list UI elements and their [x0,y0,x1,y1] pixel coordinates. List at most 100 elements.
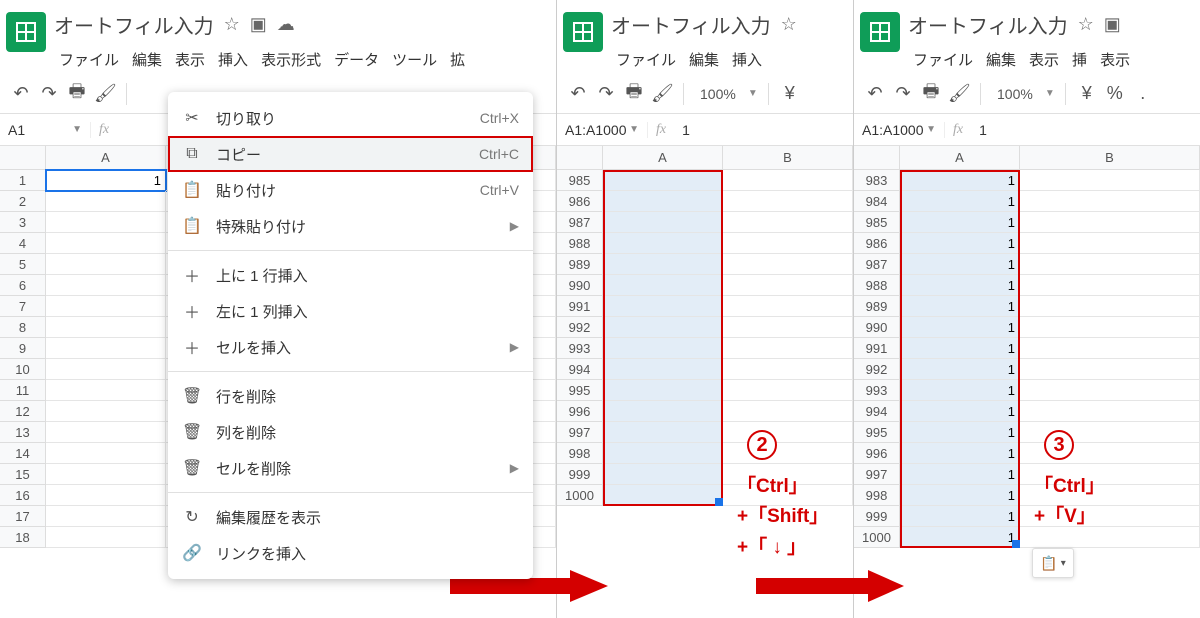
row-num[interactable]: 995 [854,422,900,443]
menu-item[interactable]: ＋ 左に 1 列挿入 [168,293,533,329]
row-num[interactable]: 992 [854,359,900,380]
menu-item[interactable]: 📋 特殊貼り付け ▶ [168,208,533,244]
row-num[interactable]: 995 [557,380,603,401]
row-num[interactable]: 18 [0,527,46,548]
row-num[interactable]: 13 [0,422,46,443]
row-num[interactable]: 993 [557,338,603,359]
menu-item[interactable]: 🗑 セルを削除 ▶ [168,450,533,486]
row-num[interactable]: 998 [557,443,603,464]
row-num[interactable]: 991 [557,296,603,317]
menu-file[interactable]: ファイル [908,45,978,74]
menu-item[interactable]: ＋ 上に 1 行挿入 [168,257,533,293]
row-num[interactable]: 990 [557,275,603,296]
row-num[interactable]: 3 [0,212,46,233]
cell[interactable] [723,359,853,380]
row-num[interactable]: 999 [854,506,900,527]
row-num[interactable]: 5 [0,254,46,275]
row-num[interactable]: 16 [0,485,46,506]
cell[interactable]: 1 [900,254,1020,275]
cell[interactable] [46,254,166,275]
undo-icon[interactable]: ↶ [10,83,32,104]
name-box[interactable]: A1▼ [0,122,90,138]
print-icon[interactable]: 🖶 [920,79,942,109]
menu-insert[interactable]: 挿入 [727,45,767,74]
menu-tools[interactable]: ツール [387,45,442,74]
cell[interactable]: 1 [900,191,1020,212]
row-num[interactable]: 12 [0,401,46,422]
cell[interactable]: 1 [46,170,166,191]
cell[interactable] [603,296,723,317]
row-num[interactable]: 1000 [854,527,900,548]
cell[interactable] [723,170,853,191]
cell[interactable] [603,380,723,401]
row-num[interactable]: 15 [0,464,46,485]
cell[interactable] [46,443,166,464]
menu-insert[interactable]: 挿 [1067,45,1092,74]
row-num[interactable]: 987 [854,254,900,275]
doc-title[interactable]: オートフィル入力 [611,10,771,39]
cell[interactable] [1020,254,1200,275]
cell[interactable] [603,443,723,464]
undo-icon[interactable]: ↶ [567,83,589,104]
menu-item[interactable]: ✂ 切り取り Ctrl+X [168,100,533,136]
cell[interactable] [1020,212,1200,233]
cell[interactable]: 1 [900,464,1020,485]
menu-format[interactable]: 表示 [1095,45,1135,74]
row-num[interactable]: 993 [854,380,900,401]
paste-popup[interactable]: 📋 ▾ [1032,548,1074,578]
cell[interactable]: 1 [900,296,1020,317]
row-num[interactable]: 997 [854,464,900,485]
cell[interactable] [603,422,723,443]
cell[interactable] [723,338,853,359]
cell[interactable] [603,254,723,275]
doc-title[interactable]: オートフィル入力 [54,10,214,39]
cell[interactable] [46,527,166,548]
menu-view[interactable]: 表示 [170,45,210,74]
percent-icon[interactable]: % [1104,83,1126,104]
cell[interactable] [723,380,853,401]
star-icon[interactable]: ☆ [781,14,797,35]
row-num[interactable]: 998 [854,485,900,506]
cell[interactable] [603,317,723,338]
cell[interactable] [603,233,723,254]
cell[interactable]: 1 [900,527,1020,548]
row-num[interactable]: 985 [854,212,900,233]
menu-file[interactable]: ファイル [611,45,681,74]
cell[interactable]: 1 [900,212,1020,233]
menu-item[interactable]: 🔗 リンクを挿入 [168,535,533,571]
row-num[interactable]: 988 [557,233,603,254]
paintformat-icon[interactable]: 🖌 [94,83,116,104]
row-num[interactable]: 7 [0,296,46,317]
cell[interactable]: 1 [900,401,1020,422]
menu-item[interactable]: ＋ セルを挿入 ▶ [168,329,533,365]
row-num[interactable]: 984 [854,191,900,212]
col-header-b[interactable]: B [723,146,853,169]
row-num[interactable]: 10 [0,359,46,380]
menu-ext[interactable]: 拡 [445,45,470,74]
row-num[interactable]: 989 [557,254,603,275]
fx-value[interactable]: 1 [971,122,995,138]
cell[interactable] [1020,338,1200,359]
paintformat-icon[interactable]: 🖌 [948,83,970,104]
cell[interactable] [603,338,723,359]
cell[interactable] [723,443,853,464]
cell[interactable] [46,506,166,527]
row-num[interactable]: 985 [557,170,603,191]
zoom[interactable]: 100% [991,84,1039,104]
cell[interactable]: 1 [900,275,1020,296]
cell[interactable] [46,317,166,338]
cell[interactable] [46,191,166,212]
cell[interactable] [46,359,166,380]
doc-title[interactable]: オートフィル入力 [908,10,1068,39]
cell[interactable] [723,296,853,317]
cell[interactable] [603,191,723,212]
col-header-a[interactable]: A [603,146,723,169]
row-num[interactable]: 999 [557,464,603,485]
row-num[interactable]: 988 [854,275,900,296]
cell[interactable]: 1 [900,422,1020,443]
star-icon[interactable]: ☆ [224,14,240,35]
cell[interactable] [1020,170,1200,191]
cell[interactable] [46,401,166,422]
menu-insert[interactable]: 挿入 [213,45,253,74]
row-num[interactable]: 11 [0,380,46,401]
